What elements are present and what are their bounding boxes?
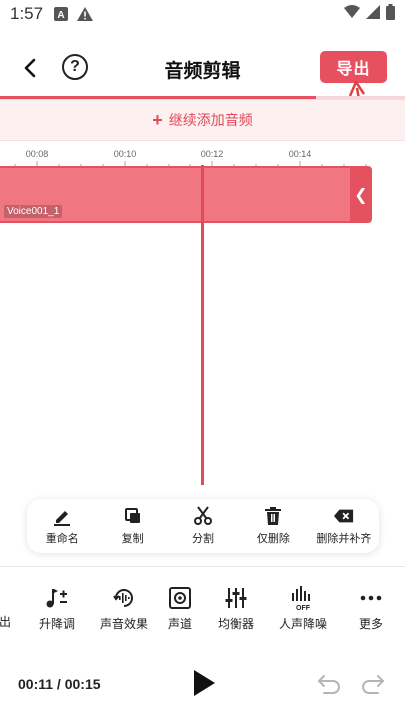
pencil-icon [52, 506, 72, 526]
divider [0, 566, 405, 567]
pitch-icon [45, 585, 69, 611]
playhead[interactable] [201, 165, 204, 485]
svg-text:OFF: OFF [296, 605, 311, 611]
copy-label: 复制 [121, 533, 144, 545]
denoise-icon: OFF [290, 585, 316, 611]
plus-icon: + [152, 109, 163, 130]
backspace-icon [333, 506, 354, 526]
sound-effect-label: 声音效果 [99, 617, 148, 631]
tick-label: 00:12 [200, 149, 224, 159]
trash-icon [263, 506, 283, 526]
sound-effect-icon [112, 585, 136, 611]
more-label: 更多 [358, 617, 383, 631]
add-audio-button[interactable]: + 继续添加音频 [0, 99, 405, 141]
play-icon [194, 670, 215, 696]
copy-button[interactable]: 复制 [97, 499, 167, 553]
tick-label: 00:10 [113, 149, 137, 159]
more-icon [360, 585, 382, 611]
split-label: 分割 [192, 533, 215, 545]
tool-equalizer[interactable]: 均衡器 [201, 585, 271, 632]
bottom-toolbar: 出 升降调 声音效果 声道 均衡器 OFF 人声降噪 更多 [0, 585, 405, 635]
redo-icon [362, 675, 384, 694]
denoise-label: 人声降噪 [278, 617, 327, 631]
tool-denoise[interactable]: OFF 人声降噪 [268, 585, 338, 632]
undo-button[interactable] [316, 672, 342, 696]
delete-only-button[interactable]: 仅删除 [238, 499, 308, 553]
rename-label: 重命名 [45, 533, 79, 545]
tool-more[interactable]: 更多 [336, 585, 405, 632]
tool-pitch[interactable]: 升降调 [22, 585, 92, 632]
scissors-icon [193, 506, 213, 526]
equalizer-label: 均衡器 [217, 617, 254, 631]
redo-button[interactable] [360, 672, 386, 696]
clip-name-label: Voice001_1 [4, 205, 63, 218]
clip-toolbar: 重命名 复制 分割 仅删除 删除并补齐 [27, 499, 379, 553]
tick-label: 00:08 [25, 149, 49, 159]
channel-icon [168, 585, 192, 611]
fade-partial-label: 出 [0, 615, 11, 629]
copy-icon [123, 506, 143, 526]
delete-only-label: 仅删除 [256, 533, 290, 545]
pitch-label: 升降调 [38, 617, 75, 631]
undo-icon [318, 675, 340, 694]
clip-trim-handle[interactable]: ❮ [350, 166, 372, 223]
delete-fill-label: 删除并补齐 [316, 533, 372, 545]
playback-time: 00:11 / 00:15 [18, 676, 101, 692]
equalizer-icon [225, 585, 247, 611]
play-button[interactable] [190, 668, 218, 698]
rename-button[interactable]: 重命名 [27, 499, 97, 553]
tick-label: 00:14 [288, 149, 312, 159]
split-button[interactable]: 分割 [168, 499, 238, 553]
channel-label: 声道 [167, 617, 192, 631]
delete-fill-button[interactable]: 删除并补齐 [309, 499, 379, 553]
add-audio-label: 继续添加音频 [168, 112, 253, 128]
